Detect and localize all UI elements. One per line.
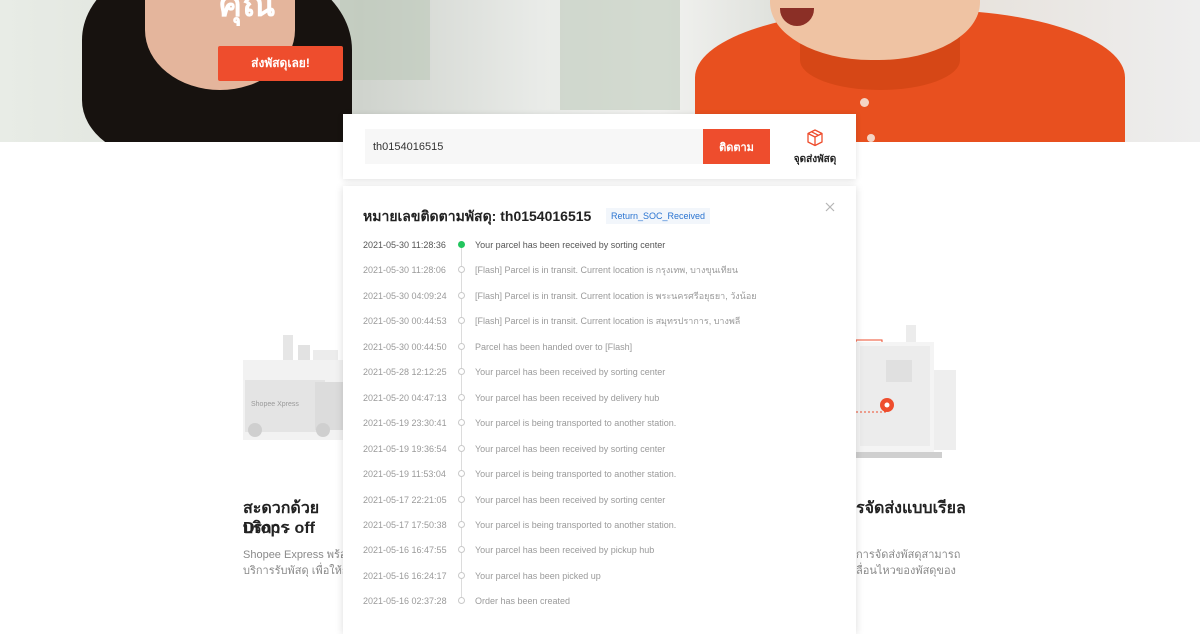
- tracking-event: 2021-05-19 19:36:54 Your parcel has been …: [343, 442, 856, 467]
- send-parcel-button[interactable]: ส่งพัสดุเลย!: [218, 46, 343, 81]
- event-time: 2021-05-30 04:09:24: [363, 290, 447, 301]
- tracking-event: 2021-05-16 02:37:28 Order has been create…: [343, 594, 856, 619]
- status-dot-icon: [458, 342, 465, 350]
- tracking-number-input[interactable]: th0154016515: [365, 129, 705, 164]
- hero-bg-window: [560, 0, 680, 110]
- event-description: Your parcel has been received by sorting…: [475, 367, 666, 378]
- tracking-event: 2021-05-20 04:47:13 Your parcel has been …: [343, 391, 856, 416]
- event-time: 2021-05-30 11:28:06: [363, 265, 446, 276]
- event-description: Your parcel has been received by deliver…: [475, 392, 660, 403]
- tracking-event: 2021-05-30 04:09:24 [Flash] Parcel is in …: [343, 289, 856, 314]
- event-time: 2021-05-19 11:53:04: [363, 469, 446, 480]
- tracking-event: 2021-05-17 22:21:05 Your parcel has been …: [343, 493, 856, 518]
- event-time: 2021-05-28 12:12:25: [363, 367, 447, 378]
- status-dot-icon: [458, 368, 465, 376]
- tracking-event: 2021-05-30 11:28:06 [Flash] Parcel is in …: [343, 263, 856, 288]
- status-dot-icon: [458, 444, 465, 452]
- parcel-box-icon: [807, 129, 823, 147]
- event-time: 2021-05-16 16:24:17: [363, 570, 447, 581]
- event-description: [Flash] Parcel is in transit. Current lo…: [475, 290, 757, 301]
- event-description: Order has been created: [475, 596, 571, 607]
- event-time: 2021-05-19 23:30:41: [363, 418, 447, 429]
- tracking-event: 2021-05-16 16:24:17 Your parcel has been …: [343, 569, 856, 594]
- event-time: 2021-05-19 19:36:54: [363, 443, 447, 454]
- event-time: 2021-05-17 22:21:05: [363, 494, 447, 505]
- feature-dropoff-text-2: บริการรับพัสดุ เพื่อให้การ: [243, 565, 343, 577]
- feature-realtime-text-2: ลื่อนไหวของพัสดุของ: [856, 565, 956, 577]
- feature-dropoff: สะดวกด้วยบริการ Drop - off Shopee Expres…: [243, 490, 343, 590]
- event-time: 2021-05-20 04:47:13: [363, 392, 447, 403]
- event-description: Your parcel has been received by sorting…: [475, 494, 666, 505]
- tracking-event: 2021-05-30 00:44:50 Parcel has been hande…: [343, 340, 856, 365]
- feature-dropoff-title-2: Drop - off: [243, 520, 315, 537]
- feature-realtime-text: การจัดส่งพัสดุสามารถ: [856, 549, 961, 561]
- dropoff-point-label: จุดส่งพัสดุ: [793, 154, 837, 165]
- status-dot-icon: [458, 393, 465, 401]
- hero-heading: คุณ: [218, 0, 276, 24]
- event-description: Your parcel is being transported to anot…: [475, 418, 677, 429]
- tracking-result-panel: หมายเลขติดตามพัสดุ: th0154016515 Return_…: [343, 186, 856, 634]
- feature-dropoff-text: Shopee Express พร้อม: [243, 549, 343, 561]
- event-description: Your parcel has been picked up: [475, 570, 601, 581]
- event-time: 2021-05-30 00:44:50: [363, 341, 447, 352]
- status-dot-icon: [458, 546, 465, 554]
- status-dot-icon: [458, 571, 465, 579]
- status-dot-icon: [458, 597, 465, 605]
- track-button[interactable]: ติดตาม: [703, 129, 770, 164]
- tracking-event: 2021-05-19 23:30:41 Your parcel is being …: [343, 416, 856, 441]
- event-description: Your parcel has been received by pickup …: [475, 545, 655, 556]
- event-description: Your parcel has been received by sorting…: [475, 443, 666, 454]
- tracking-search-card: th0154016515 ติดตาม จุดส่งพัสดุ: [343, 114, 856, 179]
- close-icon[interactable]: [823, 200, 837, 214]
- tracking-event: 2021-05-19 11:53:04 Your parcel is being …: [343, 467, 856, 492]
- event-description: Your parcel is being transported to anot…: [475, 519, 677, 530]
- shirt-button: [860, 98, 869, 107]
- event-description: Parcel has been handed over to [Flash]: [475, 341, 633, 352]
- tracking-event: 2021-05-17 17:50:38 Your parcel is being …: [343, 518, 856, 543]
- dropoff-point-link[interactable]: จุดส่งพัสดุ: [789, 126, 841, 166]
- event-description: Your parcel is being transported to anot…: [475, 469, 677, 480]
- feature-realtime-title: รจัดส่งแบบเรียล: [856, 500, 966, 517]
- status-dot-icon: [458, 470, 465, 478]
- tracking-event: 2021-05-30 11:28:36 Your parcel has been …: [343, 238, 856, 263]
- event-description: [Flash] Parcel is in transit. Current lo…: [475, 265, 739, 276]
- current-status-dot-icon: [458, 241, 465, 248]
- page: คุณ ส่งพัสดุเลย! Shopee Xpress สะดวกด้วย…: [0, 0, 1200, 634]
- feature-realtime: รจัดส่งแบบเรียล การจัดส่งพัสดุสามารถ ลื่…: [856, 490, 966, 590]
- tracking-event: 2021-05-16 16:47:55 Your parcel has been …: [343, 543, 856, 568]
- status-badge: Return_SOC_Received: [606, 208, 711, 224]
- tracking-event: 2021-05-30 00:44:53 [Flash] Parcel is in …: [343, 314, 856, 339]
- status-dot-icon: [458, 419, 465, 427]
- status-dot-icon: [458, 317, 465, 325]
- event-description: [Flash] Parcel is in transit. Current lo…: [475, 316, 741, 327]
- map-tracking-illustration: [856, 320, 956, 465]
- tracking-title: หมายเลขติดตามพัสดุ: th0154016515: [363, 208, 592, 224]
- event-time: 2021-05-16 02:37:28: [363, 596, 447, 607]
- shirt-button: [867, 134, 875, 142]
- event-time: 2021-05-30 00:44:53: [363, 316, 447, 327]
- event-time: 2021-05-30 11:28:36: [363, 240, 446, 250]
- event-description: Your parcel has been received by sorting…: [475, 240, 666, 250]
- tracking-event: 2021-05-28 12:12:25 Your parcel has been …: [343, 365, 856, 390]
- truck-illustration: Shopee Xpress: [243, 335, 343, 440]
- status-dot-icon: [458, 291, 465, 299]
- status-dot-icon: [458, 266, 465, 274]
- truck-brand: Shopee Xpress: [251, 401, 299, 408]
- status-dot-icon: [458, 520, 465, 528]
- hero-bg-window: [340, 0, 430, 80]
- status-dot-icon: [458, 495, 465, 503]
- event-time: 2021-05-17 17:50:38: [363, 519, 447, 530]
- event-time: 2021-05-16 16:47:55: [363, 545, 447, 556]
